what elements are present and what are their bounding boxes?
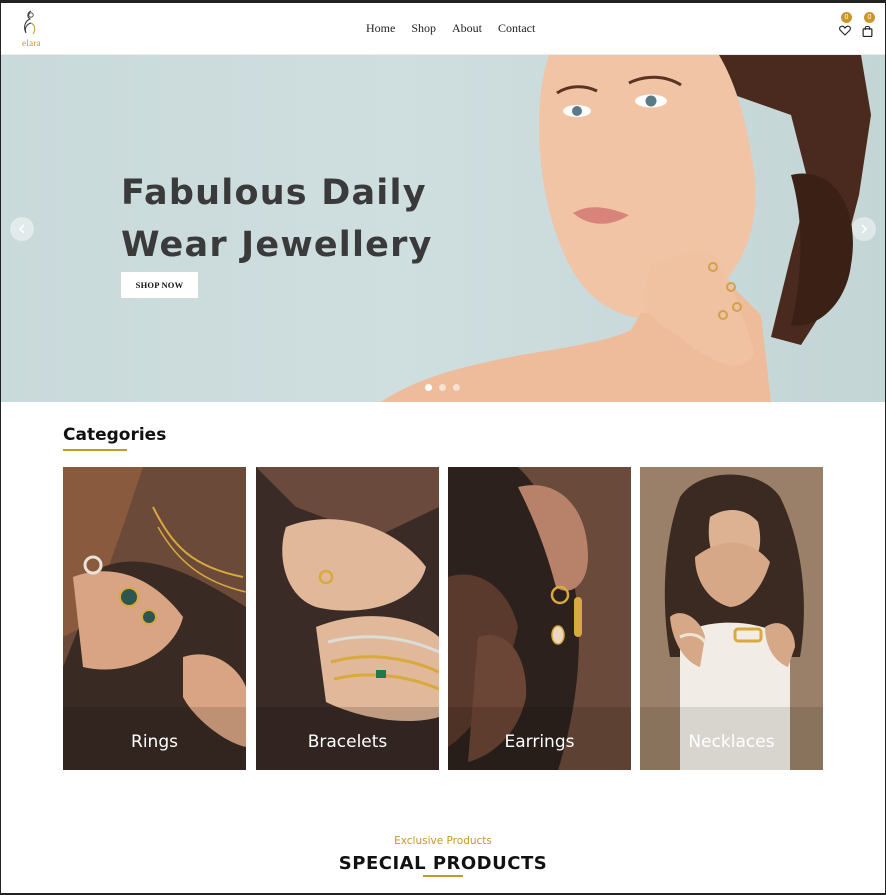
main-nav: Home Shop About Contact — [366, 21, 535, 36]
hero-slider: Fabulous Daily Wear Jewellery SHOP NOW — [1, 55, 885, 402]
hero-title-line2: Wear Jewellery — [121, 225, 433, 265]
next-slide-button[interactable] — [852, 217, 876, 241]
site-header: elara Home Shop About Contact 0 0 — [1, 3, 885, 55]
nav-shop[interactable]: Shop — [411, 21, 436, 36]
cart-count-badge: 0 — [864, 12, 875, 23]
chevron-right-icon — [861, 224, 868, 234]
special-underline — [423, 875, 463, 877]
category-card-necklaces[interactable]: Necklaces — [640, 467, 823, 770]
hero-title: Fabulous Daily Wear Jewellery — [121, 167, 433, 271]
special-products-heading: SPECIAL PRODUCTS — [338, 853, 548, 874]
slide-indicators — [425, 384, 460, 391]
wishlist-button[interactable]: 0 — [839, 12, 855, 38]
brand-logo[interactable]: elara — [15, 9, 45, 51]
category-label-necklaces: Necklaces — [688, 732, 775, 752]
slide-dot-1[interactable] — [425, 384, 432, 391]
logo-figure-icon — [24, 10, 36, 35]
nav-contact[interactable]: Contact — [498, 21, 535, 36]
wishlist-count-badge: 0 — [841, 12, 852, 23]
exclusive-eyebrow: Exclusive Products — [394, 835, 492, 847]
earrings-image — [448, 467, 631, 770]
necklaces-image — [640, 467, 823, 770]
bracelets-image — [256, 467, 439, 770]
rings-image — [63, 467, 246, 770]
bag-icon — [862, 25, 873, 37]
category-label-earrings: Earrings — [504, 732, 575, 752]
hero-title-line1: Fabulous Daily — [121, 173, 427, 213]
shop-now-button[interactable]: SHOP NOW — [121, 272, 198, 298]
slide-dot-2[interactable] — [439, 384, 446, 391]
category-label-rings: Rings — [131, 732, 178, 752]
cart-button[interactable]: 0 — [862, 12, 878, 38]
nav-about[interactable]: About — [452, 21, 482, 36]
prev-slide-button[interactable] — [10, 217, 34, 241]
category-label-bracelets: Bracelets — [307, 732, 388, 752]
categories-underline — [63, 449, 127, 451]
category-card-rings[interactable]: Rings — [63, 467, 246, 770]
category-card-earrings[interactable]: Earrings — [448, 467, 631, 770]
slide-dot-3[interactable] — [453, 384, 460, 391]
heart-icon — [839, 25, 851, 36]
logo-text: elara — [22, 38, 41, 48]
categories-heading: Categories — [63, 425, 167, 445]
category-card-bracelets[interactable]: Bracelets — [256, 467, 439, 770]
chevron-left-icon — [18, 224, 25, 234]
page: elara Home Shop About Contact 0 0 Fabulo… — [1, 3, 885, 893]
nav-home[interactable]: Home — [366, 21, 395, 36]
